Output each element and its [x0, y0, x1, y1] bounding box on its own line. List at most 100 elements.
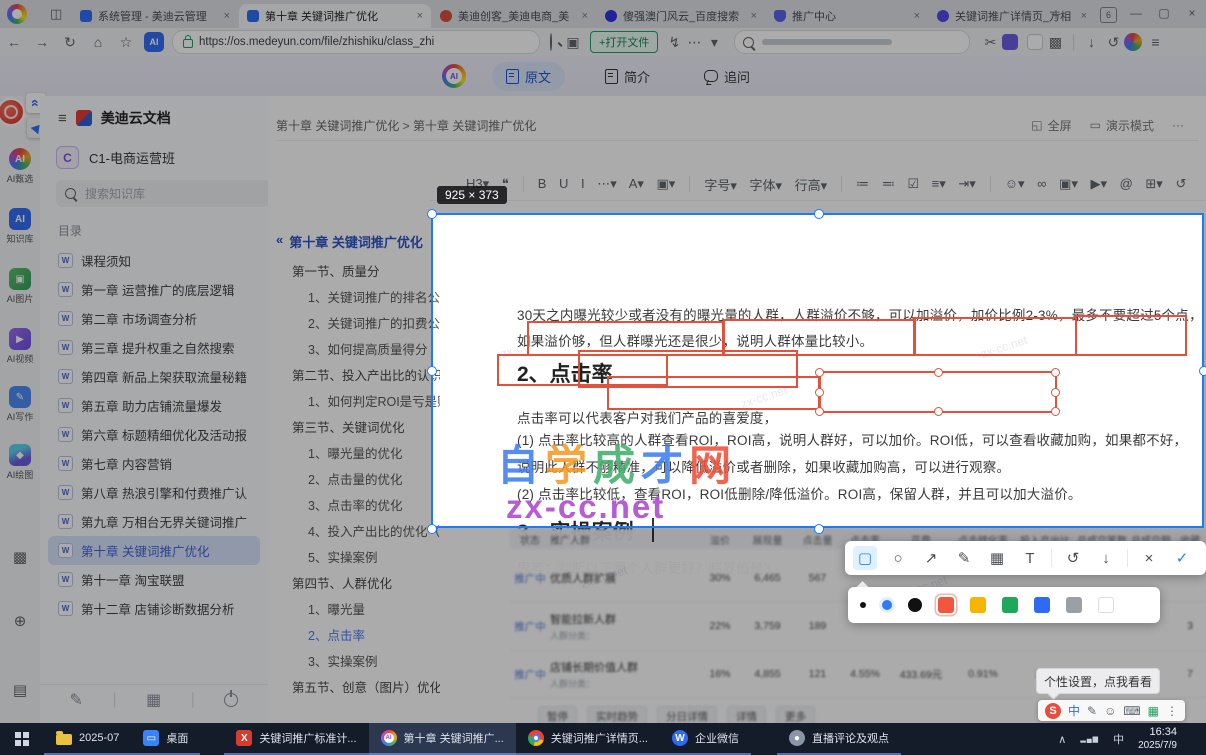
annotation-box[interactable]: [607, 376, 821, 410]
annotation-box[interactable]: [1075, 315, 1187, 356]
new-tab-button[interactable]: ＋: [1046, 6, 1066, 23]
tab-close-icon[interactable]: ×: [224, 10, 230, 22]
nav-item-active[interactable]: 2、点击率: [268, 623, 440, 649]
tab-close-icon[interactable]: ×: [1081, 10, 1087, 22]
rail-item-knowledge[interactable]: AI 知识库: [0, 208, 40, 245]
stroke-large[interactable]: [908, 598, 922, 612]
confirm-icon[interactable]: ✓: [1170, 546, 1194, 570]
sogou-logo-icon[interactable]: S: [1045, 702, 1061, 719]
extensions-puzzle-icon[interactable]: ▩: [1043, 34, 1067, 51]
bookmark-icon[interactable]: ☆: [112, 34, 140, 51]
color-swatch-gray[interactable]: [1066, 597, 1082, 613]
taskbar-item-excel[interactable]: X 关键词推广标准计...: [224, 723, 369, 755]
tab-baidu-search[interactable]: 傻强澳门风云_百度搜索 ×: [597, 4, 765, 28]
resize-handle[interactable]: [815, 388, 824, 397]
course-selector[interactable]: C C1-电商运营班: [56, 146, 175, 169]
extensions-puzzle-icon[interactable]: ▩: [0, 548, 40, 566]
resize-handle[interactable]: [815, 407, 824, 416]
font-tools[interactable]: 字号▾ 字体▾ 行高▾: [704, 175, 827, 194]
taskbar-item-medi-doc[interactable]: 第十章 关键词推广...: [368, 723, 516, 755]
color-swatch-blue[interactable]: [1034, 597, 1050, 613]
pen-tool-icon[interactable]: ✎: [952, 546, 976, 570]
restore-button[interactable]: ▢: [1154, 6, 1174, 20]
resize-handle[interactable]: [815, 368, 824, 377]
network-icon[interactable]: ▂▄▆: [1080, 735, 1099, 743]
color-swatch-green[interactable]: [1002, 597, 1018, 613]
rect-tool-icon[interactable]: ▢: [853, 546, 877, 570]
resize-handle[interactable]: [1051, 368, 1060, 377]
extension-icon[interactable]: [1027, 34, 1044, 50]
selection-handle[interactable]: [814, 524, 824, 534]
color-swatch-red[interactable]: [938, 597, 954, 613]
rail-item-ai-drawing[interactable]: ◆ AI绘图: [0, 444, 40, 481]
close-window-button[interactable]: ×: [1182, 6, 1202, 20]
stroke-small[interactable]: [860, 602, 866, 608]
nav-item[interactable]: 1、关键词推广的排名公式: [268, 285, 440, 311]
toc-item[interactable]: W 第五章 助力店铺流量爆发: [48, 391, 260, 420]
calendar-icon[interactable]: ▦: [146, 690, 161, 710]
toc-item[interactable]: W 第九章 万相台无界关键词推广: [48, 507, 260, 536]
rail-item-ai-select[interactable]: AI AI甄选: [0, 148, 40, 185]
mosaic-tool-icon[interactable]: ▦: [985, 546, 1009, 570]
tab-close-icon[interactable]: ×: [582, 10, 588, 22]
save-download-icon[interactable]: ↓: [1094, 546, 1118, 570]
format-tools[interactable]: B U I ⋯▾ A▾ ▣▾: [538, 176, 676, 192]
list-align-tools[interactable]: ≔ ≕ ☑ ≡▾ ⇥▾: [856, 176, 976, 192]
present-mode-button[interactable]: ▭ 演示模式: [1090, 117, 1154, 134]
home-icon[interactable]: ⌂: [84, 34, 112, 50]
stroke-medium-selected[interactable]: [882, 600, 892, 610]
input-language-icon[interactable]: 中: [1113, 731, 1124, 747]
nav-item[interactable]: 1、曝光量: [268, 597, 440, 623]
plugin-logo-icon[interactable]: [0, 98, 25, 126]
toc-item[interactable]: W 课程须知: [48, 246, 260, 275]
tray-expand-icon[interactable]: ∧: [1058, 733, 1066, 746]
breadcrumb-path[interactable]: 第十章 关键词推广优化 > 第十章 关键词推广优化: [276, 117, 536, 134]
rail-item-ai-video[interactable]: ▶ AI视频: [0, 328, 40, 365]
sidebar-menu-icon[interactable]: ≡: [58, 110, 67, 127]
nav-item[interactable]: 5、实操案例: [268, 545, 440, 571]
skin-grid-icon[interactable]: ▦: [1148, 704, 1159, 718]
forward-icon[interactable]: →: [28, 34, 56, 50]
taskbar-clock[interactable]: 16:34 2025/7/9: [1138, 726, 1177, 752]
toc-item[interactable]: W 第六章 标题精细优化及活动报: [48, 420, 260, 449]
nav-item[interactable]: 第四节、人群优化: [268, 571, 440, 597]
tab-close-icon[interactable]: ×: [914, 10, 920, 22]
tab-keyword-detail[interactable]: 关键词推广详情页_万相 ×: [929, 4, 1095, 28]
history-undo-icon[interactable]: ↺: [1102, 34, 1124, 51]
selection-handle[interactable]: [427, 366, 437, 376]
more-actions-icon[interactable]: ⋯: [684, 34, 704, 51]
nav-item[interactable]: 第三节、关键词优化: [268, 415, 440, 441]
nav-item[interactable]: 3、实操案例: [268, 649, 440, 675]
toc-item[interactable]: W 第三章 提升权重之自然搜索: [48, 333, 260, 362]
toc-item[interactable]: W 第十一章 淘宝联盟: [48, 565, 260, 594]
annotation-box[interactable]: [913, 317, 1077, 356]
chapter-nav-header[interactable]: « 第十章 关键词推广优化: [268, 232, 440, 259]
selection-handle[interactable]: [1199, 366, 1206, 376]
fullscreen-button[interactable]: ◱ 全屏: [1031, 117, 1071, 134]
add-widget-icon[interactable]: ⊕: [0, 612, 40, 630]
tab-chapter10[interactable]: 第十章 关键词推广优化 ×: [239, 4, 431, 28]
toc-item[interactable]: W 第四章 新品上架获取流量秘籍: [48, 362, 260, 391]
nav-item[interactable]: 3、点击率的优化: [268, 493, 440, 519]
nav-item[interactable]: 1、如何判定ROI是亏是赚: [268, 389, 440, 415]
resize-handle[interactable]: [1051, 407, 1060, 416]
browser-menu-icon[interactable]: ≡: [1142, 34, 1168, 50]
annotation-box-selected[interactable]: [815, 368, 1060, 416]
taskbar-item-live-comments[interactable]: ● 直播评论及观点: [776, 723, 901, 755]
taskbar-item-folder[interactable]: 2025-07: [44, 723, 132, 755]
selection-handle[interactable]: [427, 209, 437, 219]
keyboard-icon[interactable]: ⌨: [1123, 704, 1140, 718]
color-swatch-white[interactable]: [1098, 597, 1114, 613]
browser-logo-icon[interactable]: [7, 4, 27, 24]
collapse-icon[interactable]: «: [276, 232, 283, 251]
taskbar-item-chrome[interactable]: 关键词推广详情页...: [515, 723, 660, 755]
nav-item[interactable]: 3、如何提高质量得分: [268, 337, 440, 363]
kb-search-box[interactable]: [56, 180, 270, 207]
toolbox-icon[interactable]: ▤: [0, 681, 40, 699]
resize-handle[interactable]: [933, 368, 943, 377]
tab-system-admin[interactable]: 系统管理 - 美迪云管理 ×: [72, 4, 238, 28]
more-menu-icon[interactable]: ···: [1172, 118, 1184, 132]
minimize-button[interactable]: —: [1126, 6, 1146, 20]
downloads-icon[interactable]: ↓: [1080, 34, 1102, 50]
nav-item[interactable]: 第一节、质量分: [268, 259, 440, 285]
